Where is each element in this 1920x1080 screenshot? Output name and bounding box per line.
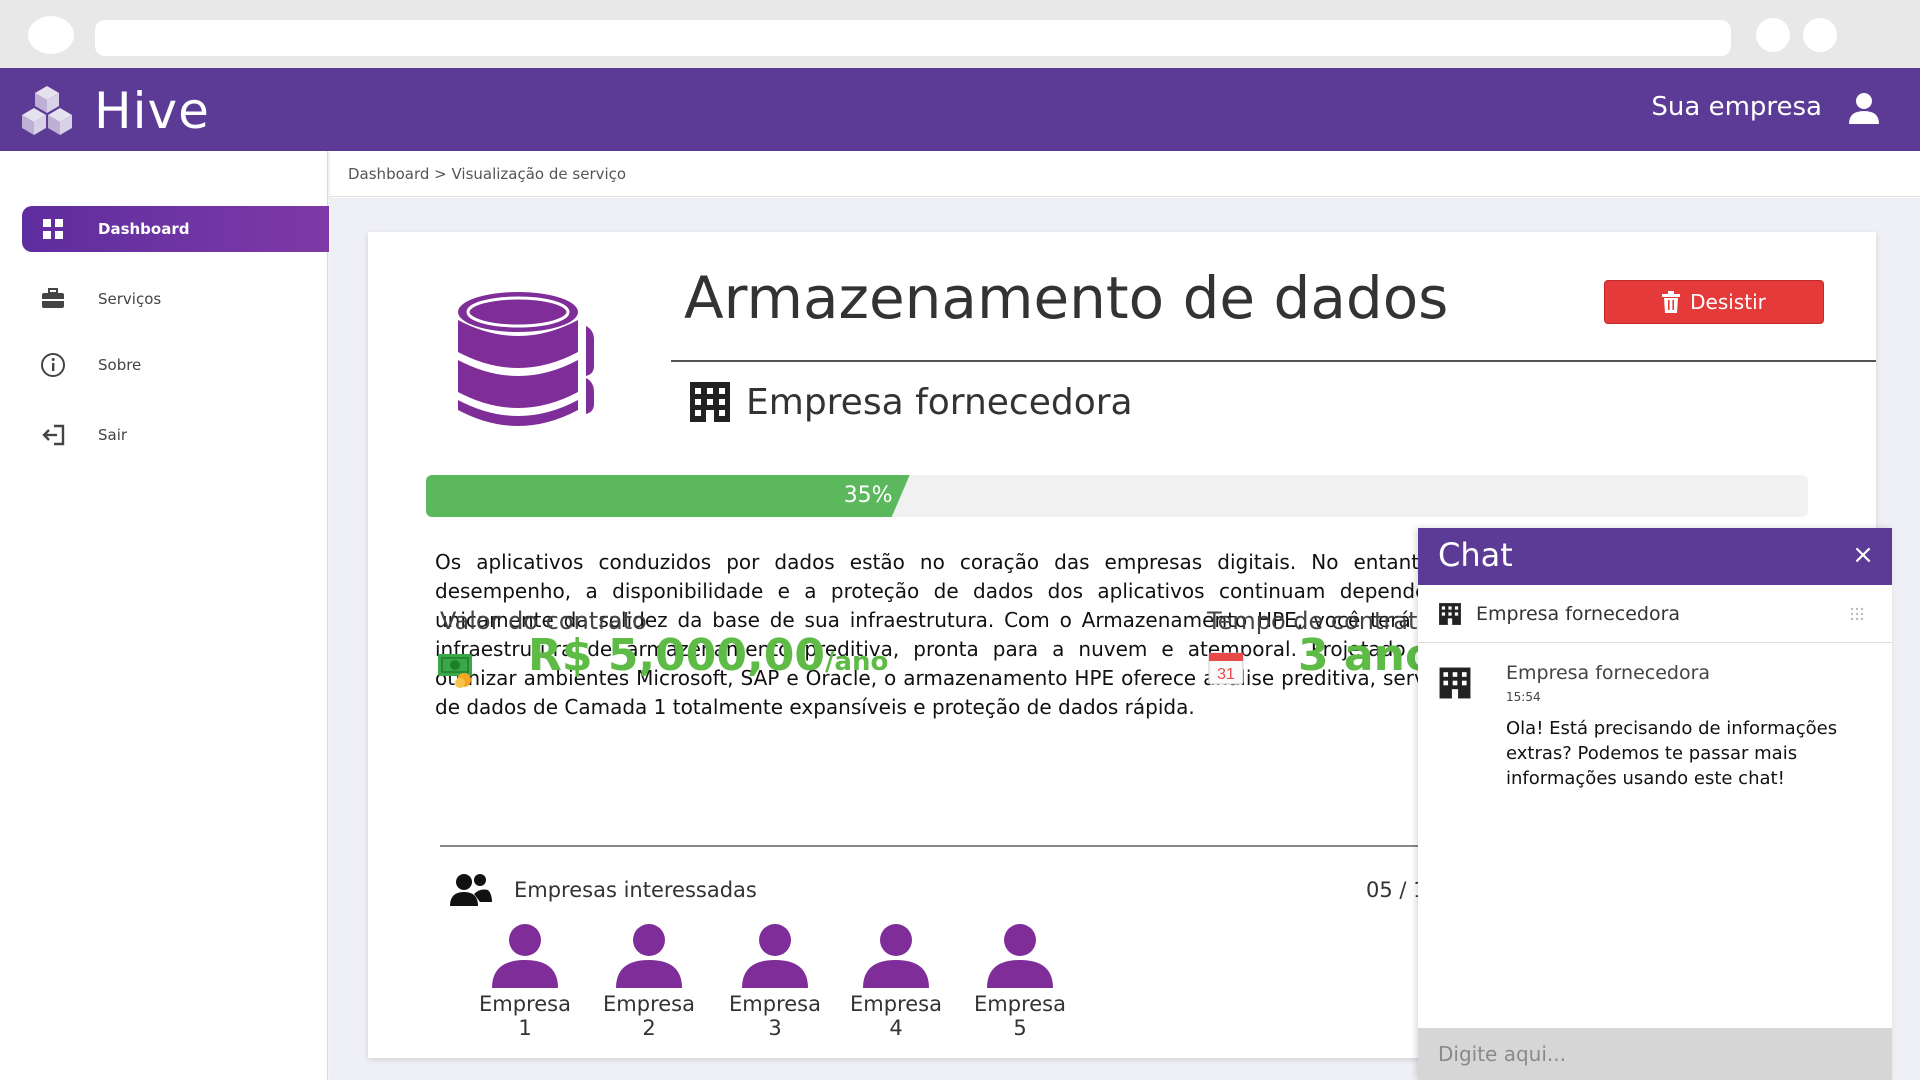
- building-icon: [690, 382, 730, 422]
- calendar-day: 31: [1217, 666, 1235, 683]
- provider-name: Empresa fornecedora: [746, 381, 1133, 423]
- chat-contact-name: Empresa fornecedora: [1476, 602, 1681, 625]
- company-item[interactable]: Empresa 2: [594, 922, 704, 1040]
- company-avatar-icon: [863, 924, 929, 988]
- browser-toolbar: [0, 0, 1920, 68]
- section-divider: [440, 845, 1460, 847]
- contract-time: 3 anos: [1298, 630, 1418, 681]
- user-icon[interactable]: [1846, 90, 1882, 126]
- quit-button-label: Desistir: [1690, 290, 1766, 314]
- money-icon: [438, 654, 472, 688]
- provider-row: Empresa fornecedora: [688, 380, 1133, 424]
- info-icon: [38, 350, 68, 380]
- hive-logo-icon: [22, 86, 72, 135]
- interested-label: Empresas interessadas: [514, 878, 757, 902]
- user-company-name[interactable]: Sua empresa: [1651, 92, 1822, 122]
- interested-companies-header: Empresas interessadas: [450, 872, 757, 908]
- message-sender: Empresa fornecedora: [1506, 662, 1711, 684]
- browser-menu-button[interactable]: [28, 16, 74, 54]
- chat-title: Chat: [1438, 536, 1513, 574]
- building-icon: [1439, 667, 1471, 699]
- contract-value: R$ 5,000,00/ano: [528, 630, 888, 681]
- sidebar-item-logout[interactable]: Sair: [22, 412, 329, 458]
- company-avatar-icon: [742, 924, 808, 988]
- drag-handle-icon[interactable]: [1850, 607, 1864, 621]
- company-avatar-icon: [616, 924, 682, 988]
- message-time: 15:54: [1506, 690, 1541, 704]
- briefcase-icon: [38, 284, 68, 314]
- contract-progress-bar: 35%: [426, 475, 1808, 517]
- company-name: Empresa 4: [850, 992, 942, 1040]
- contract-value-unit: /ano: [824, 647, 889, 677]
- app-header: Hive Sua empresa: [0, 68, 1920, 151]
- company-avatar-icon: [987, 924, 1053, 988]
- sidebar-item-label: Sobre: [98, 356, 142, 374]
- title-divider: [671, 360, 1876, 362]
- trash-icon: [1662, 291, 1681, 313]
- logout-icon: [38, 420, 68, 450]
- browser-action-button[interactable]: [1756, 18, 1790, 52]
- chat-message-input[interactable]: [1418, 1028, 1892, 1080]
- grid-icon: [38, 214, 68, 244]
- company-item[interactable]: Empresa 1: [470, 922, 580, 1040]
- sidebar-item-services[interactable]: Serviços: [22, 276, 329, 322]
- company-item[interactable]: Empresa 3: [720, 922, 830, 1040]
- address-bar[interactable]: [95, 20, 1731, 56]
- company-item[interactable]: Empresa 5: [965, 922, 1075, 1040]
- users-icon: [450, 874, 492, 906]
- progress-fill: [426, 475, 910, 517]
- chat-contact-bar: Empresa fornecedora: [1418, 585, 1892, 643]
- company-item[interactable]: Empresa 4: [841, 922, 951, 1040]
- breadcrumb[interactable]: Dashboard > Visualização de serviço: [330, 151, 1920, 197]
- chat-panel: Chat × Empresa fornecedora Empresa forne…: [1418, 528, 1892, 1080]
- sidebar-item-about[interactable]: Sobre: [22, 342, 329, 388]
- company-avatar-icon: [492, 924, 558, 988]
- company-name: Empresa 1: [479, 992, 571, 1040]
- service-title: Armazenamento de dados: [684, 264, 1449, 332]
- building-icon: [1439, 602, 1461, 625]
- chat-header: Chat ×: [1418, 528, 1892, 585]
- quit-button[interactable]: Desistir: [1604, 280, 1824, 324]
- sidebar-item-label: Serviços: [98, 290, 162, 308]
- database-icon: [458, 292, 594, 426]
- sidebar-item-dashboard[interactable]: Dashboard: [22, 206, 329, 252]
- sidebar: Dashboard Serviços Sobre Sair: [0, 151, 329, 1080]
- sidebar-item-label: Sair: [98, 426, 128, 444]
- contract-value-amount: R$ 5,000,00: [528, 630, 825, 681]
- company-name: Empresa 3: [729, 992, 821, 1040]
- close-icon[interactable]: ×: [1850, 542, 1876, 568]
- company-name: Empresa 2: [603, 992, 695, 1040]
- calendar-icon: 31: [1208, 652, 1244, 685]
- message-text: Ola! Está precisando de informações extr…: [1506, 718, 1838, 789]
- progress-label: 35%: [843, 483, 893, 508]
- sidebar-item-label: Dashboard: [98, 220, 190, 238]
- app-name: Hive: [94, 82, 210, 140]
- company-name: Empresa 5: [974, 992, 1066, 1040]
- browser-action-button[interactable]: [1803, 18, 1837, 52]
